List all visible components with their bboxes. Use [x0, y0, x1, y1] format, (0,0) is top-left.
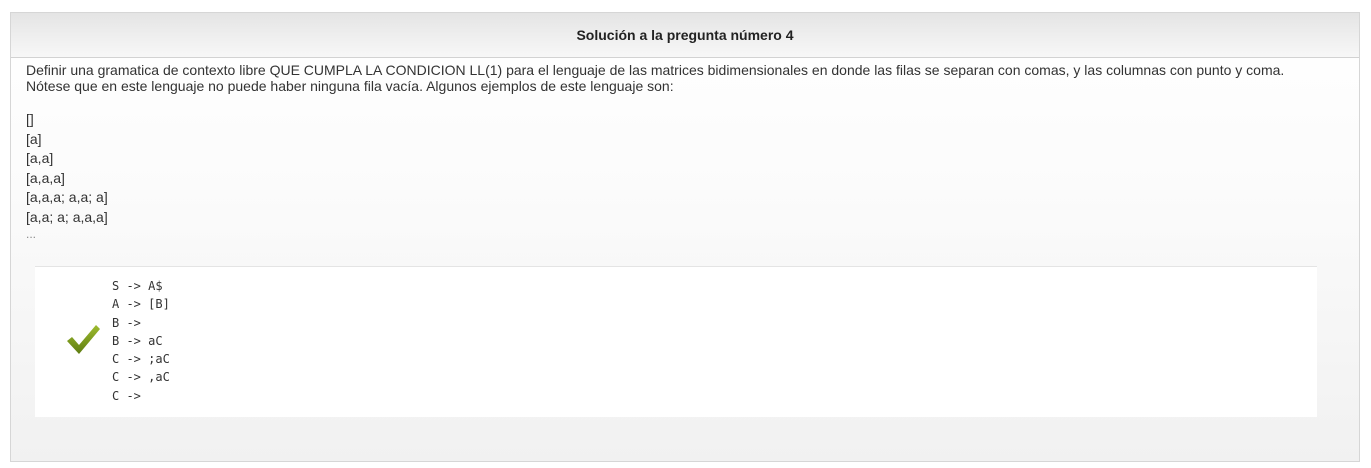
examples-list: [] [a] [a,a] [a,a,a] [a,a,a; a,a; a] [a,… [26, 110, 1326, 241]
question-text: Definir una gramatica de contexto libre … [26, 62, 1285, 94]
grammar-rule: C -> ;aC [112, 352, 170, 367]
panel-title: Solución a la pregunta número 4 [576, 27, 794, 43]
grammar-rule: S -> A$ [112, 279, 163, 293]
checkmark-icon [67, 325, 100, 354]
grammar-rule: C -> ,aC [112, 370, 170, 385]
answer-box: S -> A$ A -> [B] B -> B -> aC C -> ;aC C… [35, 266, 1317, 417]
example-item: [a,a,a; a,a; a] [26, 189, 108, 205]
grammar-rule: B -> [112, 315, 141, 330]
example-item: [a,a; a; a,a,a] [26, 208, 108, 225]
example-item: [] [26, 111, 34, 127]
grammar-rule: A -> [B] [112, 297, 170, 312]
panel-header: Solución a la pregunta número 4 [11, 13, 1359, 58]
question-section: Definir una gramatica de contexto libre … [26, 62, 1326, 241]
grammar-rule: C -> [112, 388, 141, 403]
example-item: [a,a] [26, 150, 54, 166]
example-ellipsis: ... [26, 227, 37, 241]
grammar-rules: S -> A$ A -> [B] B -> B -> aC C -> ;aC C… [112, 277, 170, 405]
example-item: [a] [26, 130, 42, 147]
example-item: [a,a,a] [26, 169, 65, 186]
grammar-rule: B -> aC [112, 333, 163, 348]
